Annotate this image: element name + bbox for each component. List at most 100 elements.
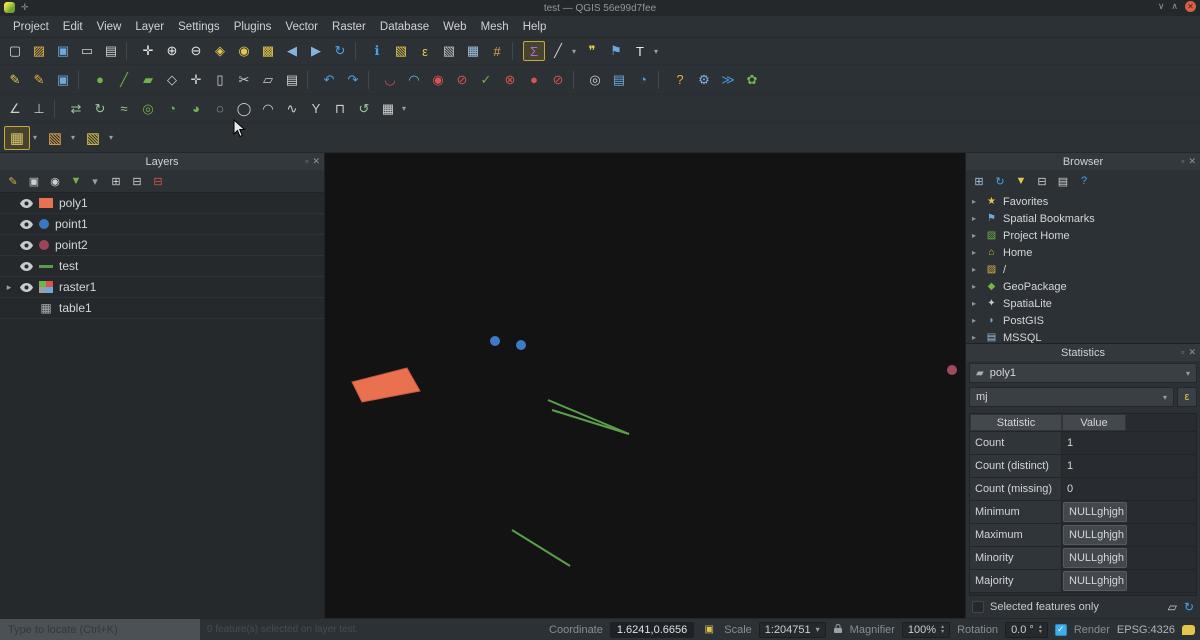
pan-map-icon[interactable]: ✛ [137,41,159,61]
browser-item-spatial-bookmarks[interactable]: ▸ ⚑ Spatial Bookmarks [966,210,1200,227]
rotate-point-symbols-icon[interactable]: ↺ [353,99,375,119]
expand-arrow-icon[interactable]: ▸ [972,214,980,223]
redo-icon[interactable]: ↷ [342,69,364,91]
open-project-icon[interactable]: ▨ [28,41,50,61]
processing-toolbox-icon[interactable]: ⚙ [693,69,715,91]
statistics-layer-select[interactable]: ▰ poly1 ▾ [969,363,1197,383]
vertex-editor-icon[interactable]: ▦ [377,99,399,119]
measure-dropdown[interactable]: ▾ [569,41,579,61]
table-row[interactable]: Count 1 [970,432,1196,455]
toggle-editing-icon[interactable]: ✎ [28,69,50,91]
layer-item-point2[interactable]: ▸ point2 [0,235,324,256]
menu-item[interactable]: Vector [278,18,325,36]
add-line-feature-icon[interactable]: ╱ [113,69,135,91]
value-column-header[interactable]: Value [1062,414,1126,431]
simplify-feature-icon[interactable]: ≈ [113,99,135,119]
zoom-in-icon[interactable]: ⊕ [161,41,183,61]
raster-style-button[interactable]: ▦ [4,126,30,150]
expand-arrow-icon[interactable]: ▸ [972,248,980,257]
magnifier-spinner[interactable]: 100% ▴▾ [902,622,950,638]
db-manager-icon[interactable]: ▤ [608,69,630,91]
layer-item-point1[interactable]: ▸ point1 [0,214,324,235]
layer-visibility-eye-icon[interactable] [20,199,33,208]
table-row[interactable]: Majority NULLghjgh [970,570,1196,593]
select-features-icon[interactable]: ▧ [390,41,412,61]
filter-browser-icon[interactable]: ▼ [1012,173,1030,189]
merge-features-icon[interactable]: ⊓ [329,99,351,119]
close-panel-icon[interactable]: ✕ [1188,156,1196,167]
disable-snapping-icon[interactable]: ⊘ [547,69,569,91]
crs-status[interactable]: EPSG:4326 [1117,624,1175,636]
expand-arrow-icon[interactable]: ▸ [972,197,980,206]
menu-item[interactable]: View [90,18,129,36]
text-annotation-icon[interactable]: T [629,41,651,61]
help-contents-icon[interactable]: ? [669,69,691,91]
delete-selected-icon[interactable]: ▯ [209,69,231,91]
table-row[interactable]: Count (missing) 0 [970,478,1196,501]
locate-input[interactable] [0,619,200,640]
expand-arrow-icon[interactable]: ▸ [972,316,980,325]
cut-features-icon[interactable]: ✂ [233,69,255,91]
zoom-full-icon[interactable]: ◈ [209,41,231,61]
move-feature-icon[interactable]: ✛ [185,69,207,91]
georeferencer-icon[interactable]: ◎ [584,69,606,91]
browser-item-spatialite[interactable]: ▸ ✦ SpatiaLite [966,295,1200,312]
metasearch-icon[interactable]: ◔ [632,69,654,91]
new-project-icon[interactable]: ▢ [4,41,26,61]
menu-item[interactable]: Help [516,18,554,36]
maximize-button[interactable]: ∧ [1171,1,1178,12]
float-panel-icon[interactable]: ▫ [1181,156,1184,167]
close-panel-icon[interactable]: ✕ [1188,347,1196,358]
select-by-expression-icon[interactable]: ε [414,41,436,61]
properties-widget-icon[interactable]: ▤ [1054,173,1072,189]
layer-visibility-eye-icon[interactable] [20,262,33,271]
geometry-snapper-icon[interactable]: ● [523,69,545,91]
scale-select[interactable]: 1:204751 ▾ [759,622,826,638]
save-layer-edits-icon[interactable]: ▣ [52,69,74,91]
refresh-browser-icon[interactable]: ↻ [991,173,1009,189]
minimize-button[interactable]: ∨ [1158,1,1165,12]
vertex-tool-icon[interactable]: ◇ [161,69,183,91]
field-calculator-icon[interactable]: # [486,41,508,61]
close-panel-icon[interactable]: ✕ [312,156,320,167]
paste-features-icon[interactable]: ▤ [281,69,303,91]
expand-arrow-icon[interactable]: ▸ [972,299,980,308]
enable-tracing-icon[interactable]: ◠ [403,69,425,91]
layer-visibility-eye-icon[interactable] [20,220,33,229]
save-project-icon[interactable]: ▣ [52,41,74,61]
add-selected-layers-icon[interactable]: ⊞ [970,173,988,189]
zoom-next-icon[interactable]: ▶ [305,41,327,61]
extents-toggle-icon[interactable]: ▣ [701,623,717,637]
render-checkbox[interactable]: ✓ [1055,624,1067,636]
diagrams-button[interactable]: ▧ [80,126,106,150]
table-row[interactable]: Count (distinct) 1 [970,455,1196,478]
topology-checker-icon[interactable]: ⊗ [499,69,521,91]
identify-features-icon[interactable]: ℹ [366,41,388,61]
menu-item[interactable]: Web [436,18,473,36]
layer-visibility-eye-icon[interactable] [20,283,33,292]
expand-arrow-icon[interactable]: ▸ [4,282,14,293]
filter-legend-dropdown[interactable]: ▾ [86,173,104,189]
menu-item[interactable]: Raster [325,18,373,36]
deselect-features-icon[interactable]: ▧ [438,41,460,61]
diagrams-dropdown[interactable]: ▾ [106,126,116,150]
coordinate-value[interactable]: 1.6241,0.6656 [610,622,694,638]
raster-style-dropdown[interactable]: ▾ [30,126,40,150]
table-row[interactable]: Minority NULLghjgh [970,547,1196,570]
snapping-options-icon[interactable]: ◡ [379,69,401,91]
python-console-icon[interactable]: ≫ [717,69,739,91]
expand-all-icon[interactable]: ⊞ [107,173,125,189]
expression-builder-button[interactable]: ε [1177,387,1197,407]
float-panel-icon[interactable]: ▫ [305,156,308,167]
table-row[interactable]: Maximum NULLghjgh [970,524,1196,547]
enable-advanced-digitizing-icon[interactable]: ∠ [4,99,26,119]
browser-item-home[interactable]: ▸ ⌂ Home [966,244,1200,261]
construction-mode-icon[interactable]: ⊥ [28,99,50,119]
collapse-browser-icon[interactable]: ⊟ [1033,173,1051,189]
statistic-column-header[interactable]: Statistic [970,414,1062,431]
zoom-last-icon[interactable]: ◀ [281,41,303,61]
layer-item-raster1[interactable]: ▸ raster1 [0,277,324,298]
rotate-feature-icon[interactable]: ↻ [89,99,111,119]
add-polygon-feature-icon[interactable]: ▰ [137,69,159,91]
split-features-icon[interactable]: Y [305,99,327,119]
